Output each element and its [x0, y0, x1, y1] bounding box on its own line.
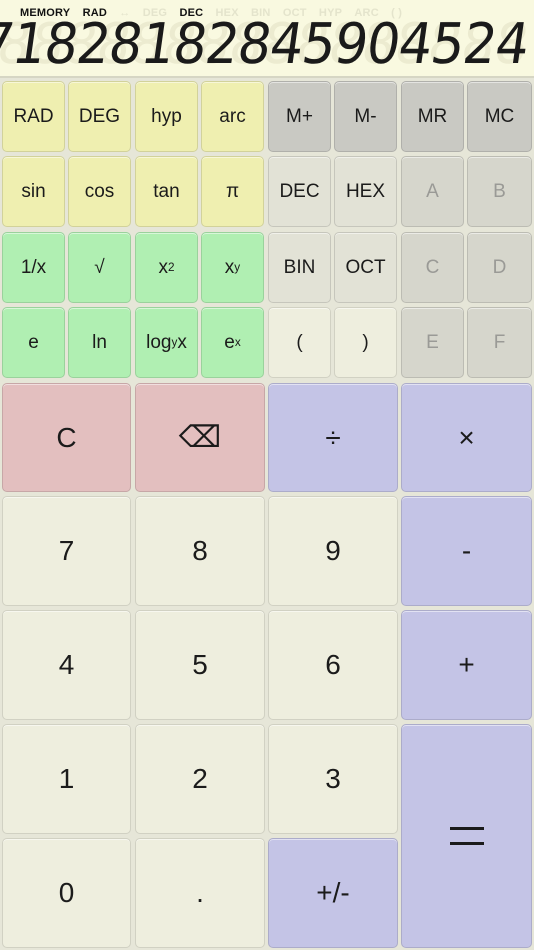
backspace-icon: ⌫	[178, 420, 222, 455]
hex-digit-a-button[interactable]: A	[401, 156, 464, 227]
right-paren-button[interactable]: )	[334, 307, 397, 378]
euler-button[interactable]: e	[2, 307, 65, 378]
clear-button[interactable]: C	[2, 383, 131, 492]
square-base: x	[158, 256, 168, 278]
memory-clear-button[interactable]: MC	[467, 81, 532, 152]
hex-digit-b-button[interactable]: B	[467, 156, 532, 227]
digit-5-button[interactable]: 5	[135, 610, 265, 720]
bin-mode-button[interactable]: BIN	[268, 232, 331, 303]
hex-digit-f-button[interactable]: F	[467, 307, 532, 378]
lcd-readout: 888888888888888888888 -2.718281828459045…	[0, 12, 533, 77]
hex-digit-c-button[interactable]: C	[401, 232, 464, 303]
digit-2-button[interactable]: 2	[135, 724, 265, 834]
tan-button[interactable]: tan	[135, 156, 198, 227]
log-label: log	[146, 331, 172, 353]
log-argument: x	[177, 331, 187, 353]
digit-3-button[interactable]: 3	[268, 724, 398, 834]
rad-button[interactable]: RAD	[2, 81, 65, 152]
left-paren-button[interactable]: (	[268, 307, 331, 378]
power-exponent: y	[234, 261, 241, 274]
exp-base: e	[224, 331, 235, 353]
multiply-button[interactable]: ×	[401, 383, 532, 492]
digit-6-button[interactable]: 6	[268, 610, 398, 720]
memory-add-button[interactable]: M+	[268, 81, 331, 152]
add-button[interactable]: +	[401, 610, 532, 720]
digit-9-button[interactable]: 9	[268, 496, 398, 606]
natural-log-button[interactable]: ln	[68, 307, 131, 378]
backspace-button[interactable]: ⌫	[135, 383, 265, 492]
equals-icon	[449, 827, 484, 845]
dec-mode-button[interactable]: DEC	[268, 156, 331, 227]
reciprocal-button[interactable]: 1/x	[2, 232, 65, 303]
deg-button[interactable]: DEG	[68, 81, 131, 152]
display-panel: MEMORY RAD ↔ DEG DEC HEX BIN OCT HYP ARC…	[0, 0, 534, 78]
pi-button[interactable]: π	[201, 156, 264, 227]
arc-button[interactable]: arc	[201, 81, 264, 152]
exp-exponent: x	[234, 336, 241, 349]
digit-4-button[interactable]: 4	[2, 610, 131, 720]
memory-recall-button[interactable]: MR	[401, 81, 464, 152]
negate-button[interactable]: +/-	[268, 838, 398, 948]
square-button[interactable]: x2	[135, 232, 198, 303]
exp-button[interactable]: ex	[201, 307, 264, 378]
square-exponent: 2	[167, 261, 175, 274]
cos-button[interactable]: cos	[68, 156, 131, 227]
power-base: x	[224, 256, 235, 278]
square-root-button[interactable]: √	[68, 232, 131, 303]
divide-button[interactable]: ÷	[268, 383, 398, 492]
hyp-button[interactable]: hyp	[135, 81, 198, 152]
oct-mode-button[interactable]: OCT	[334, 232, 397, 303]
digit-8-button[interactable]: 8	[135, 496, 265, 606]
log-base-y-button[interactable]: log y x	[135, 307, 198, 378]
digit-1-button[interactable]: 1	[2, 724, 131, 834]
digit-7-button[interactable]: 7	[2, 496, 131, 606]
sin-button[interactable]: sin	[2, 156, 65, 227]
digit-0-button[interactable]: 0	[2, 838, 131, 948]
display-value: -2.71828182845904524	[0, 12, 533, 77]
memory-subtract-button[interactable]: M-	[334, 81, 397, 152]
decimal-point-button[interactable]: .	[135, 838, 265, 948]
power-button[interactable]: xy	[201, 232, 264, 303]
hex-mode-button[interactable]: HEX	[334, 156, 397, 227]
subtract-button[interactable]: -	[401, 496, 532, 606]
hex-digit-e-button[interactable]: E	[401, 307, 464, 378]
equals-button[interactable]	[401, 724, 532, 948]
hex-digit-d-button[interactable]: D	[467, 232, 532, 303]
